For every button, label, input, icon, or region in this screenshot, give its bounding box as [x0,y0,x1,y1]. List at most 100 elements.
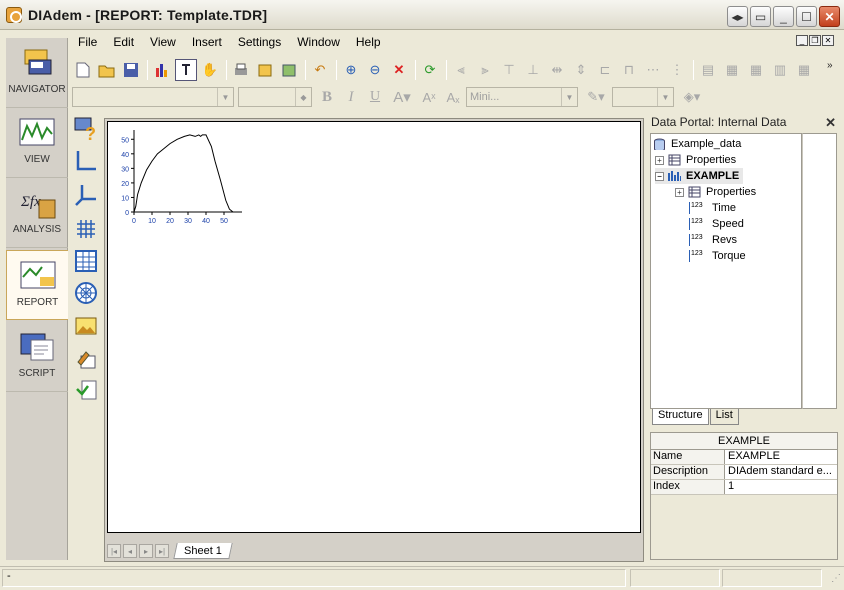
open-folder-icon[interactable] [96,59,118,81]
center-horizontal-icon[interactable]: ⇹ [546,59,568,81]
tab-list[interactable]: List [709,409,739,425]
bold-icon[interactable]: B [316,86,338,108]
chevron-down-icon[interactable]: ▼ [657,88,673,106]
tree-item-example-group[interactable]: − EXAMPLE [655,168,744,184]
nav-report[interactable]: REPORT [6,250,68,320]
grid-icon[interactable] [73,216,99,242]
distribute-v-icon[interactable]: ⋮ [666,59,688,81]
menu-file[interactable]: File [70,35,105,49]
tree-item-channel-speed[interactable]: 123 Speed [689,216,744,232]
property-value[interactable]: 1 [725,480,837,494]
report-sheet[interactable]: 0 10 20 30 40 50 0 10 20 30 40 50 [107,121,641,533]
font-name-combo[interactable]: ▼ [72,87,234,107]
pan-hand-icon[interactable]: ✋ [199,59,221,81]
align-top-icon[interactable]: ⊤ [498,59,520,81]
align-bottom-icon[interactable]: ⊥ [522,59,544,81]
menu-settings[interactable]: Settings [230,35,289,49]
tab-structure[interactable]: Structure [652,409,709,425]
table-add-column-icon[interactable]: ▦ [745,59,767,81]
user-object-icon[interactable] [73,378,99,404]
expand-icon[interactable]: + [675,187,684,197]
help-arrows-icon[interactable]: ◂▸ [727,6,748,27]
diadem-app-icon[interactable] [6,6,22,23]
save-icon[interactable] [120,59,142,81]
nav-view[interactable]: VIEW [6,108,68,178]
tree-item-channel-time[interactable]: 123 Time [689,200,736,216]
property-row[interactable]: Description DIAdem standard e... [651,465,837,480]
toolbar-overflow-icon[interactable]: » [827,60,833,71]
polar-plot-icon[interactable] [73,280,99,306]
subscript-icon[interactable]: Aₓ [442,86,464,108]
menu-help[interactable]: Help [348,35,389,49]
sheet-tab[interactable]: Sheet 1 [173,543,233,559]
image-object-icon[interactable] [73,314,99,340]
maximize-button[interactable]: ☐ [796,6,817,27]
line-width-combo[interactable]: ▼ [612,87,674,107]
same-width-icon[interactable]: ⊏ [594,59,616,81]
table-add-row-icon[interactable]: ▥ [769,59,791,81]
zoom-out-icon[interactable]: ⊖ [364,59,386,81]
close-icon[interactable]: ✕ [825,115,836,131]
italic-icon[interactable]: I [340,86,362,108]
bar-chart-icon[interactable] [151,59,173,81]
resize-grip-icon[interactable]: ⋰ [831,573,841,584]
chevron-down-icon[interactable]: ▼ [561,88,577,106]
2d-axis-icon[interactable] [73,148,99,174]
align-left-icon[interactable]: ⫷ [450,59,472,81]
tree-item-group-properties[interactable]: + Properties [675,184,756,200]
menu-view[interactable]: View [142,35,184,49]
next-sheet-icon[interactable]: ▸ [139,544,153,558]
same-height-icon[interactable]: ⊓ [618,59,640,81]
collapse-icon[interactable]: − [655,171,664,181]
line-color-icon[interactable]: ✎▾ [582,86,610,108]
close-button[interactable]: ✕ [819,6,840,27]
line-chart[interactable]: 0 10 20 30 40 50 0 10 20 30 40 50 [108,122,258,232]
fill-color-icon[interactable]: ◈▾ [678,86,706,108]
text-edit-icon[interactable] [73,346,99,372]
property-row[interactable]: Index 1 [651,480,837,495]
help-object-icon[interactable]: ? [73,116,99,142]
property-value[interactable]: DIAdem standard e... [725,465,837,479]
distribute-h-icon[interactable]: ⋯ [642,59,664,81]
mdi-close-button[interactable]: ✕ [822,35,834,46]
restore-panel-icon[interactable]: ▭ [750,6,771,27]
tree-item-channel-torque[interactable]: 123 Torque [689,248,746,264]
prev-sheet-icon[interactable]: ◂ [123,544,137,558]
table-insert-row-icon[interactable]: ▤ [697,59,719,81]
mdi-minimize-button[interactable]: _ [796,35,808,46]
font-color-icon[interactable]: A▾ [388,86,416,108]
tree-item-example-data[interactable]: Example_data [653,136,741,152]
superscript-icon[interactable]: Aˣ [418,86,440,108]
chevron-down-icon[interactable]: ▼ [217,88,233,106]
align-right-icon[interactable]: ⫸ [474,59,496,81]
nav-analysis[interactable]: Σfx ANALYSIS [6,178,68,248]
first-sheet-icon[interactable]: |◂ [107,544,121,558]
refresh-icon[interactable]: ⟳ [419,59,441,81]
menu-window[interactable]: Window [289,35,348,49]
menu-edit[interactable]: Edit [105,35,142,49]
tree-item-channel-revs[interactable]: 123 Revs [689,232,737,248]
text-frame-icon[interactable] [175,59,197,81]
minimize-button[interactable]: _ [773,6,794,27]
nav-navigator[interactable]: NAVIGATOR [6,38,68,108]
table-icon[interactable]: ▦ [721,59,743,81]
3d-axis-icon[interactable] [73,182,99,208]
new-document-icon[interactable] [72,59,94,81]
expand-icon[interactable]: + [655,155,664,165]
last-sheet-icon[interactable]: ▸| [155,544,169,558]
table-object-icon[interactable] [73,248,99,274]
spinner-arrows-icon[interactable]: ◆ [295,88,311,106]
underline-icon[interactable]: U [364,86,386,108]
property-value[interactable]: EXAMPLE [725,450,837,464]
center-vertical-icon[interactable]: ⇕ [570,59,592,81]
font-size-spinner[interactable]: ◆ [238,87,312,107]
delete-icon[interactable]: ✕ [388,59,410,81]
table-grid-icon[interactable]: ▦ [793,59,815,81]
undo-icon[interactable]: ↶ [309,59,331,81]
property-row[interactable]: Name EXAMPLE [651,450,837,465]
import-icon[interactable] [278,59,300,81]
tree-item-properties[interactable]: + Properties [655,152,736,168]
export-icon[interactable] [254,59,276,81]
print-icon[interactable] [230,59,252,81]
zoom-in-icon[interactable]: ⊕ [340,59,362,81]
